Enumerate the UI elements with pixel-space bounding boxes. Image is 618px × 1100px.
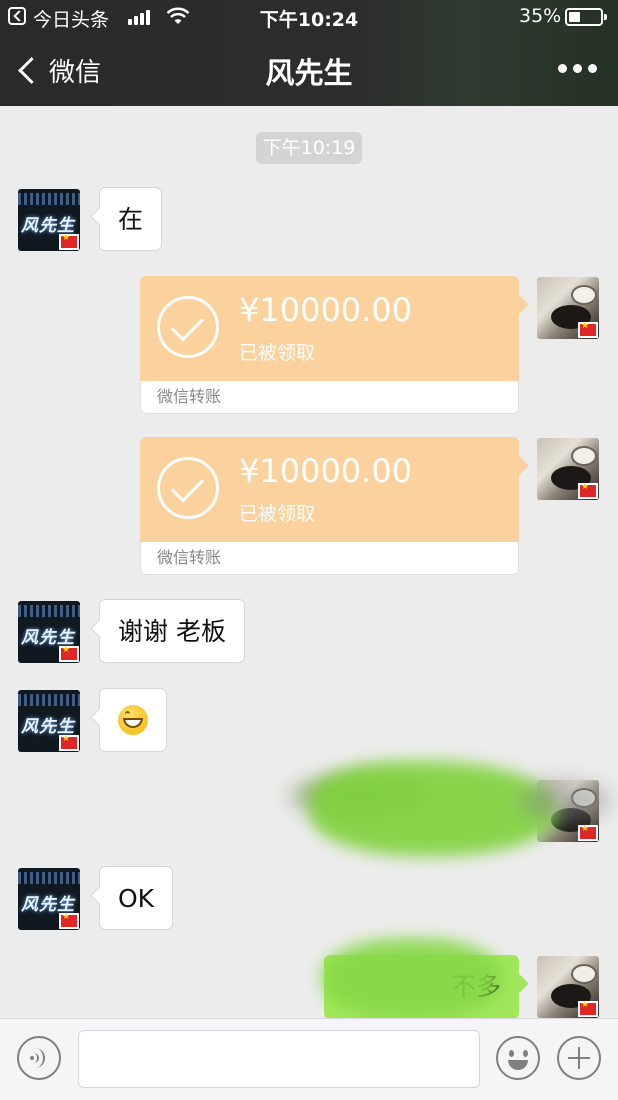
emoji-icon[interactable] [496, 1036, 540, 1080]
battery-icon [565, 8, 607, 26]
battery-fill [569, 12, 580, 22]
grinning-emoji-icon [118, 705, 148, 735]
friend-avatar[interactable]: 风先生 [18, 868, 80, 930]
message-bubble-incoming[interactable]: OK [99, 866, 174, 930]
more-dots-icon[interactable] [558, 64, 598, 74]
message-text: 在 [118, 205, 144, 234]
transfer-status: 已被领取 [239, 503, 316, 525]
message-bubble-incoming[interactable]: 谢谢 老板 [99, 599, 245, 663]
friend-avatar[interactable]: 风先生 [18, 189, 80, 251]
china-flag-icon [59, 912, 79, 929]
plus-icon[interactable] [557, 1036, 601, 1080]
check-circle-icon [157, 457, 219, 519]
redaction-scribble [290, 751, 610, 871]
transfer-amount: ¥10000.00 [239, 291, 413, 329]
status-bar: 今日头条 下午10:24 35% [0, 0, 618, 34]
friend-avatar[interactable]: 风先生 [18, 690, 80, 752]
transfer-label: 微信转账 [140, 381, 519, 414]
friend-avatar[interactable]: 风先生 [18, 601, 80, 663]
message-bubble-incoming[interactable] [99, 688, 167, 752]
message-text: OK [118, 884, 155, 913]
my-avatar[interactable] [537, 277, 599, 339]
message-input[interactable] [78, 1030, 480, 1088]
battery-percent: 35% [519, 5, 562, 27]
china-flag-icon [59, 734, 79, 751]
message-text: 谢谢 老板 [118, 617, 226, 646]
redaction-scribble [322, 938, 502, 1018]
my-avatar[interactable] [537, 956, 599, 1018]
check-circle-icon [157, 296, 219, 358]
message-bubble-incoming[interactable]: 在 [99, 187, 163, 251]
transfer-status: 已被领取 [239, 342, 316, 364]
chat-timestamp: 下午10:19 [256, 132, 362, 164]
transfer-card[interactable]: ¥10000.00 已被领取 微信转账 [140, 437, 519, 575]
china-flag-icon [578, 482, 598, 499]
input-bar [0, 1018, 618, 1100]
chat-area[interactable]: 下午10:19 风先生 在 ¥10000.00 已被领取 微信转账 ¥10000… [0, 106, 618, 1018]
voice-icon[interactable] [17, 1036, 61, 1080]
transfer-amount: ¥10000.00 [239, 452, 413, 490]
china-flag-icon [578, 321, 598, 338]
transfer-label: 微信转账 [140, 542, 519, 575]
chat-title: 风先生 [265, 56, 353, 90]
china-flag-icon [59, 233, 79, 250]
china-flag-icon [59, 645, 79, 662]
transfer-card[interactable]: ¥10000.00 已被领取 微信转账 [140, 276, 519, 414]
header: 今日头条 下午10:24 35% 微信 风先生 [0, 0, 618, 106]
china-flag-icon [578, 1000, 598, 1017]
my-avatar[interactable] [537, 438, 599, 500]
